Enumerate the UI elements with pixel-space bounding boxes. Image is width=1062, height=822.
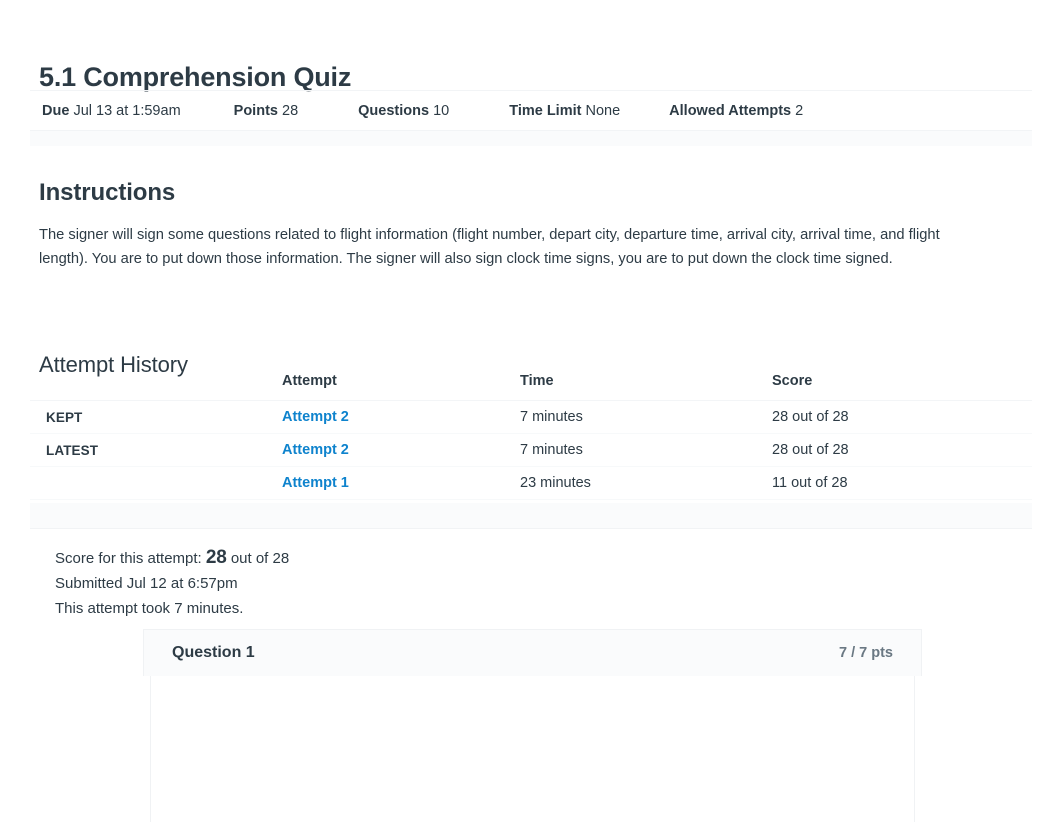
- info-bar-underband: [30, 131, 1032, 146]
- attempt-cell: Attempt 1: [256, 466, 503, 500]
- attempt-tag: [30, 466, 256, 500]
- attempt-score: 28 out of 28: [757, 433, 1032, 467]
- quiz-info-due-value: Jul 13 at 1:59am: [73, 102, 181, 119]
- attempt-table-footer-band: [30, 503, 1032, 529]
- attempt-score: 28 out of 28: [757, 400, 1032, 434]
- instructions-heading: Instructions: [39, 178, 176, 206]
- quiz-info-due: Due Jul 13 at 1:59am: [42, 101, 181, 121]
- quiz-results-page: 5.1 Comprehension Quiz Due Jul 13 at 1:5…: [0, 0, 1062, 822]
- quiz-info-allowed-attempts: Allowed Attempts 2: [669, 101, 803, 121]
- question-header: Question 1 7 / 7 pts: [143, 629, 922, 676]
- table-row: Attempt 1 23 minutes 11 out of 28: [30, 466, 1032, 500]
- score-total: out of 28: [230, 550, 290, 567]
- attempt-tag: LATEST: [30, 433, 256, 467]
- column-header-time: Time: [503, 373, 757, 401]
- attempt-cell: Attempt 2: [256, 400, 503, 434]
- instructions-body: The signer will sign some questions rela…: [39, 226, 940, 267]
- attempt-tag: KEPT: [30, 400, 256, 434]
- column-header-tag: [30, 373, 256, 401]
- column-header-score: Score: [757, 373, 1032, 401]
- attempt-link[interactable]: Attempt 2: [282, 409, 349, 425]
- question-block: Question 1 7 / 7 pts: [143, 629, 922, 822]
- score-label: Score for this attempt:: [55, 550, 202, 567]
- duration-line: This attempt took 7 minutes.: [55, 600, 244, 617]
- quiz-info-allowed-attempts-label: Allowed Attempts: [669, 102, 792, 119]
- table-row: KEPT Attempt 2 7 minutes 28 out of 28: [30, 400, 1032, 434]
- quiz-info-time-limit-label: Time Limit: [509, 102, 582, 119]
- attempt-history-table: Attempt Time Score KEPT Attempt 2 7 minu…: [30, 373, 1032, 500]
- page-title: 5.1 Comprehension Quiz: [39, 62, 352, 93]
- quiz-info-due-label: Due: [42, 102, 70, 119]
- attempt-score: 11 out of 28: [757, 466, 1032, 500]
- question-title: Question 1: [172, 644, 255, 661]
- quiz-info-time-limit: Time Limit None: [509, 101, 620, 121]
- quiz-info-questions-label: Questions: [358, 102, 430, 119]
- table-header-row: Attempt Time Score: [30, 373, 1032, 401]
- quiz-info-points-value: 28: [282, 102, 299, 119]
- quiz-info-points: Points 28: [234, 101, 298, 121]
- question-points: 7 / 7 pts: [839, 645, 893, 661]
- attempt-link[interactable]: Attempt 1: [282, 475, 349, 491]
- quiz-info-points-label: Points: [233, 102, 278, 119]
- attempt-time: 7 minutes: [503, 400, 757, 434]
- attempt-time: 23 minutes: [503, 466, 757, 500]
- attempt-time: 7 minutes: [503, 433, 757, 467]
- score-value: 28: [205, 547, 227, 568]
- submitted-line: Submitted Jul 12 at 6:57pm: [55, 575, 238, 592]
- question-body: [150, 676, 915, 822]
- table-row: LATEST Attempt 2 7 minutes 28 out of 28: [30, 433, 1032, 467]
- quiz-info-questions: Questions 10: [358, 101, 449, 121]
- attempt-link[interactable]: Attempt 2: [282, 442, 349, 458]
- score-summary: Score for this attempt: 28 out of 28 Sub…: [55, 545, 289, 621]
- quiz-info-bar: Due Jul 13 at 1:59am Points 28 Questions…: [30, 90, 1032, 131]
- quiz-info-allowed-attempts-value: 2: [795, 102, 804, 119]
- quiz-info-time-limit-value: None: [585, 102, 621, 119]
- attempt-cell: Attempt 2: [256, 433, 503, 467]
- score-for-attempt-line: Score for this attempt: 28 out of 28: [55, 545, 289, 571]
- column-header-attempt: Attempt: [256, 373, 503, 401]
- quiz-info-questions-value: 10: [433, 102, 450, 119]
